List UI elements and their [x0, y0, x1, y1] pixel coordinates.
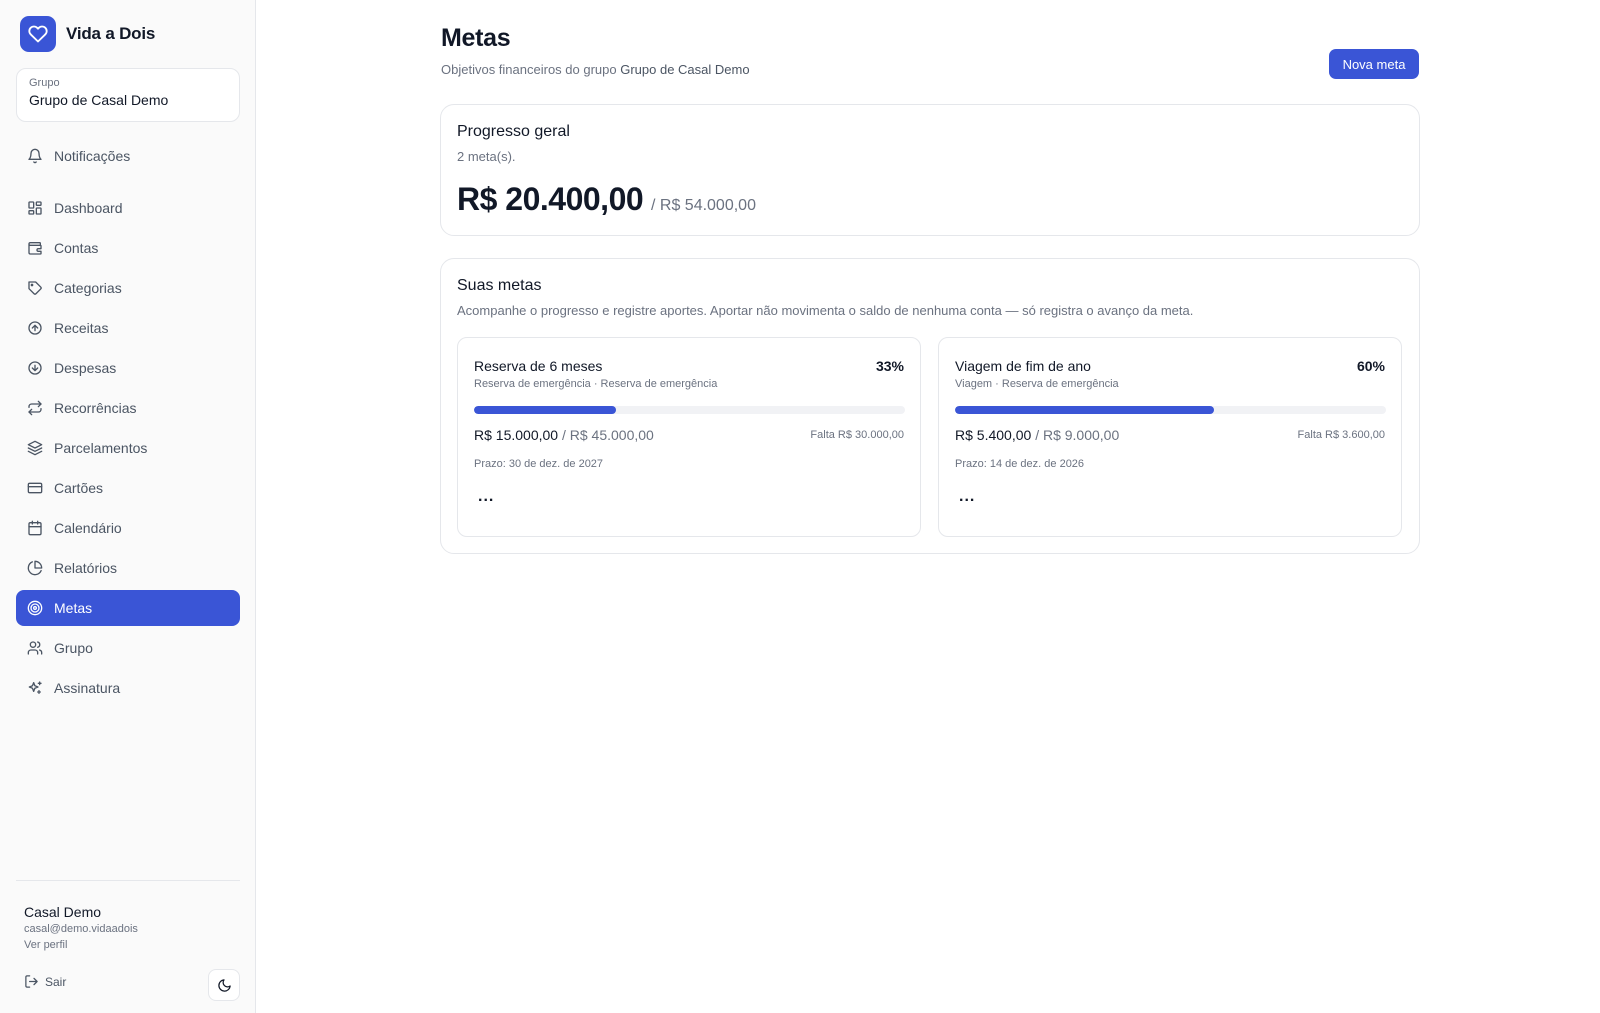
arrow-up-circle-icon [28, 321, 42, 335]
sidebar-item-assinatura[interactable]: Assinatura [16, 670, 240, 706]
overall-progress-title: Progresso geral [457, 123, 570, 140]
page-title: Metas [441, 24, 511, 52]
sidebar-item-label: Calendário [54, 520, 122, 536]
goal-card[interactable]: Viagem de fim de ano 60% Viagem · Reserv… [938, 337, 1402, 537]
layers-icon [27, 440, 43, 456]
goal-deadline: Prazo: 30 de dez. de 2027 [474, 458, 604, 470]
brand[interactable]: Vida a Dois [20, 16, 155, 52]
sidebar-item-label: Contas [54, 240, 99, 256]
users-icon [27, 641, 43, 655]
goal-name: Viagem de fim de ano [955, 358, 1091, 374]
sidebar-item-label: Metas [54, 600, 93, 616]
sidebar-divider [16, 880, 240, 881]
view-profile-link[interactable]: Ver perfil [24, 939, 67, 951]
goal-amounts: R$ 5.400,00 / R$ 9.000,00 [955, 427, 1119, 443]
sidebar-item-contas[interactable]: Contas [16, 230, 240, 266]
calendar-icon [28, 520, 42, 536]
sidebar-item-label: Parcelamentos [54, 440, 148, 456]
goal-percent: 60% [1356, 358, 1385, 374]
sidebar-item-dashboard[interactable]: Dashboard [16, 190, 240, 226]
goal-amounts: R$ 15.000,00 / R$ 45.000,00 [474, 427, 654, 443]
sidebar-item-recorrencias[interactable]: Recorrências [16, 390, 240, 426]
goal-progress-bar [955, 406, 1386, 414]
sidebar-item-label: Categorias [54, 280, 122, 296]
group-selector[interactable]: Grupo Grupo de Casal Demo [16, 68, 240, 122]
repeat-icon [28, 400, 42, 416]
sidebar-item-label: Receitas [54, 320, 109, 336]
notifications-link[interactable]: Notificações [16, 138, 240, 174]
logout-icon [25, 975, 38, 988]
sidebar: Vida a Dois Grupo Grupo de Casal Demo No… [0, 0, 256, 1013]
sidebar-item-calendario[interactable]: Calendário [16, 510, 240, 546]
overall-saved-amount: R$ 20.400,00 [457, 181, 644, 217]
credit-card-icon [27, 482, 43, 494]
theme-toggle-button[interactable] [208, 969, 240, 1001]
sidebar-item-receitas[interactable]: Receitas [16, 310, 240, 346]
sidebar-item-parcelamentos[interactable]: Parcelamentos [16, 430, 240, 466]
page-subtitle-prefix: Objetivos financeiros do grupo [441, 62, 617, 77]
sidebar-item-categorias[interactable]: Categorias [16, 270, 240, 306]
goal-name: Reserva de 6 meses [474, 358, 603, 374]
bell-icon [28, 148, 42, 164]
target-icon [27, 600, 43, 616]
logout-button[interactable]: Sair [24, 974, 66, 989]
heart-icon [20, 16, 56, 52]
arrow-down-circle-icon [28, 361, 42, 375]
overall-goal-count: 2 meta(s). [457, 149, 516, 164]
goal-target-amount: / R$ 9.000,00 [1035, 427, 1120, 443]
sparkles-icon [28, 681, 42, 694]
goal-remaining: Falta R$ 30.000,00 [810, 429, 904, 441]
overall-progress-card: Progresso geral 2 meta(s). R$ 20.400,00 … [440, 104, 1420, 236]
goal-card[interactable]: Reserva de 6 meses 33% Reserva de emergê… [457, 337, 921, 537]
sidebar-item-metas[interactable]: Metas [16, 590, 240, 626]
goals-section-title: Suas metas [457, 277, 542, 294]
tag-icon [28, 281, 42, 295]
sidebar-item-label: Despesas [54, 360, 117, 376]
user-email: casal@demo.vidaadois [24, 923, 138, 935]
goal-categories: Reserva de emergência · Reserva de emerg… [474, 378, 718, 390]
goals-section-card: Suas metas Acompanhe o progresso e regis… [440, 258, 1420, 554]
goal-target-amount: / R$ 45.000,00 [561, 427, 654, 443]
wallet-icon [28, 242, 42, 255]
goal-percent: 33% [875, 358, 904, 374]
sidebar-item-label: Assinatura [54, 680, 121, 696]
dashboard-icon [28, 201, 42, 215]
goal-deadline: Prazo: 14 de dez. de 2026 [955, 458, 1085, 470]
goal-menu-button[interactable]: ... [959, 488, 975, 506]
overall-target-amount: / R$ 54.000,00 [651, 197, 756, 214]
sidebar-item-label: Dashboard [54, 200, 123, 216]
new-goal-button[interactable]: Nova meta [1329, 49, 1419, 79]
goal-categories: Viagem · Reserva de emergência [955, 378, 1119, 390]
sidebar-item-relatorios[interactable]: Relatórios [16, 550, 240, 586]
goal-progress-bar [474, 406, 905, 414]
sidebar-item-label: Cartões [54, 480, 104, 496]
goal-saved-amount: R$ 15.000,00 [474, 427, 559, 443]
goal-progress-fill [474, 406, 617, 414]
sidebar-item-cartoes[interactable]: Cartões [16, 470, 240, 506]
logout-label: Sair [45, 974, 67, 989]
moon-icon [217, 978, 231, 992]
page-subtitle-group: Grupo de Casal Demo [620, 62, 750, 77]
notifications-label: Notificações [54, 148, 131, 164]
sidebar-item-label: Recorrências [54, 400, 137, 416]
brand-name: Vida a Dois [66, 24, 156, 43]
page-subtitle: Objetivos financeiros do grupo Grupo de … [441, 62, 750, 77]
user-name: Casal Demo [24, 904, 102, 920]
goal-saved-amount: R$ 5.400,00 [955, 427, 1032, 443]
goals-section-description: Acompanhe o progresso e registre aportes… [457, 303, 1194, 318]
goal-progress-fill [955, 406, 1214, 414]
sidebar-item-label: Relatórios [54, 560, 118, 576]
sidebar-item-grupo[interactable]: Grupo [16, 630, 240, 666]
goal-menu-button[interactable]: ... [478, 488, 494, 506]
sidebar-item-label: Grupo [54, 640, 93, 656]
pie-chart-icon [27, 560, 43, 576]
group-selector-value: Grupo de Casal Demo [29, 92, 169, 108]
sidebar-item-despesas[interactable]: Despesas [16, 350, 240, 386]
goal-remaining: Falta R$ 3.600,00 [1297, 429, 1385, 441]
group-selector-label: Grupo [29, 77, 60, 89]
